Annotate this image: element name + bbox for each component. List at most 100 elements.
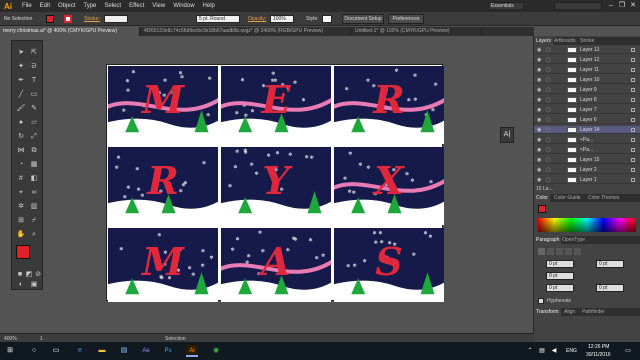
- align-center-icon[interactable]: [547, 248, 554, 255]
- layer-target-icon[interactable]: [631, 78, 635, 82]
- network-icon[interactable]: ▤: [536, 345, 548, 357]
- opacity-label[interactable]: Opacity:: [248, 16, 266, 22]
- lock-toggle-icon[interactable]: ▢: [546, 107, 551, 113]
- visibility-eye-icon[interactable]: ◉: [537, 177, 541, 183]
- lock-toggle-icon[interactable]: ▢: [546, 137, 551, 143]
- clock-time[interactable]: 12:26 PM: [588, 344, 609, 350]
- chrome-icon[interactable]: ◉: [210, 345, 222, 357]
- width-tool-icon[interactable]: ⋈: [15, 145, 27, 157]
- tab-pathfinder[interactable]: Pathfinder: [580, 308, 607, 316]
- document-setup-button[interactable]: Document Setup: [342, 14, 384, 24]
- maximize-button[interactable]: ❐: [617, 1, 627, 11]
- close-button[interactable]: ✕: [628, 1, 638, 11]
- tab-svgz[interactable]: 4f265133e8c74c56d9ecbe3e18b67aadb5b.svgz…: [141, 27, 351, 36]
- brush-select[interactable]: 5 pt. Round: [196, 15, 240, 23]
- menu-type[interactable]: Type: [83, 3, 96, 9]
- layer-target-icon[interactable]: [631, 128, 635, 132]
- visibility-eye-icon[interactable]: ◉: [537, 127, 541, 133]
- layer-target-icon[interactable]: [631, 118, 635, 122]
- artboard[interactable]: ❄ ❄ ❄ ❄ ❄ ❄ ❄ ❄ ❄ ❄ ❄ ❄ ❄ ❄ M ❄ ❄ ❄ ❄ ❄ ❄ ❄ ❄ ❄ ❄ ❄ ❄ ❄ ❄ E ❄ ❄ ❄ ❄ ❄ ❄ ❄ ❄ ❄ ❄…: [106, 64, 444, 306]
- tab-merry-christmas[interactable]: merry christmas.ai* @ 400% (CMYK/GPU Pre…: [0, 27, 140, 36]
- search-icon[interactable]: ○: [28, 345, 40, 357]
- layer-target-icon[interactable]: [631, 168, 635, 172]
- tray-up-arrow-icon[interactable]: ⌃: [524, 345, 536, 357]
- layer-row[interactable]: ◉ ▢ Layer 11: [534, 66, 640, 74]
- lock-toggle-icon[interactable]: ▢: [546, 167, 551, 173]
- blob-brush-icon[interactable]: ●: [15, 117, 27, 129]
- draw-mode-icon[interactable]: ◐: [15, 279, 27, 291]
- slice-tool-icon[interactable]: ⌿: [28, 215, 40, 227]
- tab-color-themes[interactable]: Color Themes: [586, 194, 621, 202]
- justify-icon[interactable]: [565, 248, 572, 255]
- layer-target-icon[interactable]: [631, 58, 635, 62]
- menu-select[interactable]: Select: [104, 3, 121, 9]
- volume-icon[interactable]: ◀: [548, 345, 560, 357]
- space-after-input[interactable]: 0 pt: [596, 284, 624, 292]
- lock-toggle-icon[interactable]: ▢: [546, 77, 551, 83]
- visibility-eye-icon[interactable]: ◉: [537, 157, 541, 163]
- minimize-button[interactable]: –: [606, 1, 616, 11]
- menu-view[interactable]: View: [152, 3, 165, 9]
- lasso-icon[interactable]: ᘐ: [28, 61, 40, 73]
- visibility-eye-icon[interactable]: ◉: [537, 137, 541, 143]
- artboard-tool-icon[interactable]: ⊞: [15, 215, 27, 227]
- blend-icon[interactable]: ∞: [28, 187, 40, 199]
- graph-tool-icon[interactable]: ▥: [28, 201, 40, 213]
- gradient-icon[interactable]: ◧: [28, 173, 40, 185]
- visibility-eye-icon[interactable]: ◉: [537, 77, 541, 83]
- tab-layers[interactable]: Layers: [534, 37, 554, 45]
- layer-row[interactable]: ◉ ▢ Layer 15: [534, 156, 640, 164]
- visibility-eye-icon[interactable]: ◉: [537, 67, 541, 73]
- preferences-button[interactable]: Preferences: [388, 14, 424, 24]
- direct-selection-icon[interactable]: ⇱: [28, 47, 40, 59]
- pen-tool-icon[interactable]: ✒: [15, 75, 27, 87]
- layer-name[interactable]: Layer 15: [580, 157, 599, 163]
- visibility-eye-icon[interactable]: ◉: [537, 57, 541, 63]
- opacity-input[interactable]: 100%: [270, 15, 294, 23]
- after-effects-icon[interactable]: Ae: [140, 345, 152, 357]
- eyedropper-icon[interactable]: ⌖: [15, 187, 27, 199]
- rectangle-tool-icon[interactable]: ▭: [28, 89, 40, 101]
- visibility-eye-icon[interactable]: ◉: [537, 167, 541, 173]
- fill-color-box[interactable]: [16, 245, 30, 259]
- layer-name[interactable]: Layer 2: [580, 167, 597, 173]
- lock-toggle-icon[interactable]: ▢: [546, 57, 551, 63]
- right-indent-input[interactable]: 0 pt: [596, 260, 624, 268]
- left-indent-input[interactable]: 0 pt: [546, 260, 574, 268]
- visibility-eye-icon[interactable]: ◉: [537, 117, 541, 123]
- stroke-label[interactable]: Stroke:: [84, 16, 100, 22]
- menu-object[interactable]: Object: [58, 3, 75, 9]
- justify-all-icon[interactable]: [574, 248, 581, 255]
- windows-start-icon[interactable]: ⊞: [4, 345, 16, 357]
- visibility-eye-icon[interactable]: ◉: [537, 87, 541, 93]
- layer-row[interactable]: ◉ ▢ <Pa...: [534, 146, 640, 154]
- layer-target-icon[interactable]: [631, 48, 635, 52]
- layer-row[interactable]: ◉ ▢ Layer 2: [534, 166, 640, 174]
- eraser-icon[interactable]: ▱: [28, 117, 40, 129]
- menu-file[interactable]: File: [22, 3, 32, 9]
- visibility-eye-icon[interactable]: ◉: [537, 97, 541, 103]
- layer-target-icon[interactable]: [631, 108, 635, 112]
- zoom-tool-icon[interactable]: ⌕: [28, 229, 40, 241]
- layer-name[interactable]: Layer 14: [580, 127, 599, 133]
- layer-name[interactable]: Layer 6: [580, 117, 597, 123]
- rotate-icon[interactable]: ↻: [15, 131, 27, 143]
- tab-color-guide[interactable]: Color Guide: [552, 194, 583, 202]
- layer-target-icon[interactable]: [631, 138, 635, 142]
- paintbrush-icon[interactable]: 🖌: [15, 103, 27, 115]
- layer-name[interactable]: Layer 10: [580, 77, 599, 83]
- workspace-switcher[interactable]: Essentials: [488, 2, 524, 10]
- layer-name[interactable]: Layer 12: [580, 57, 599, 63]
- tab-opentype[interactable]: OpenType: [560, 236, 587, 244]
- align-right-icon[interactable]: [556, 248, 563, 255]
- layer-target-icon[interactable]: [631, 98, 635, 102]
- task-view-icon[interactable]: ▭: [50, 345, 62, 357]
- layer-row[interactable]: ◉ ▢ Layer 9: [534, 86, 640, 94]
- layer-target-icon[interactable]: [631, 88, 635, 92]
- hyphenate-checkbox[interactable]: [538, 298, 544, 304]
- clock-date[interactable]: 30/11/2016: [586, 352, 611, 358]
- layer-name[interactable]: Layer 8: [580, 97, 597, 103]
- menu-window[interactable]: Window: [173, 3, 194, 9]
- edge-browser-icon[interactable]: e: [74, 345, 86, 357]
- tab-stroke[interactable]: Stroke: [578, 37, 596, 45]
